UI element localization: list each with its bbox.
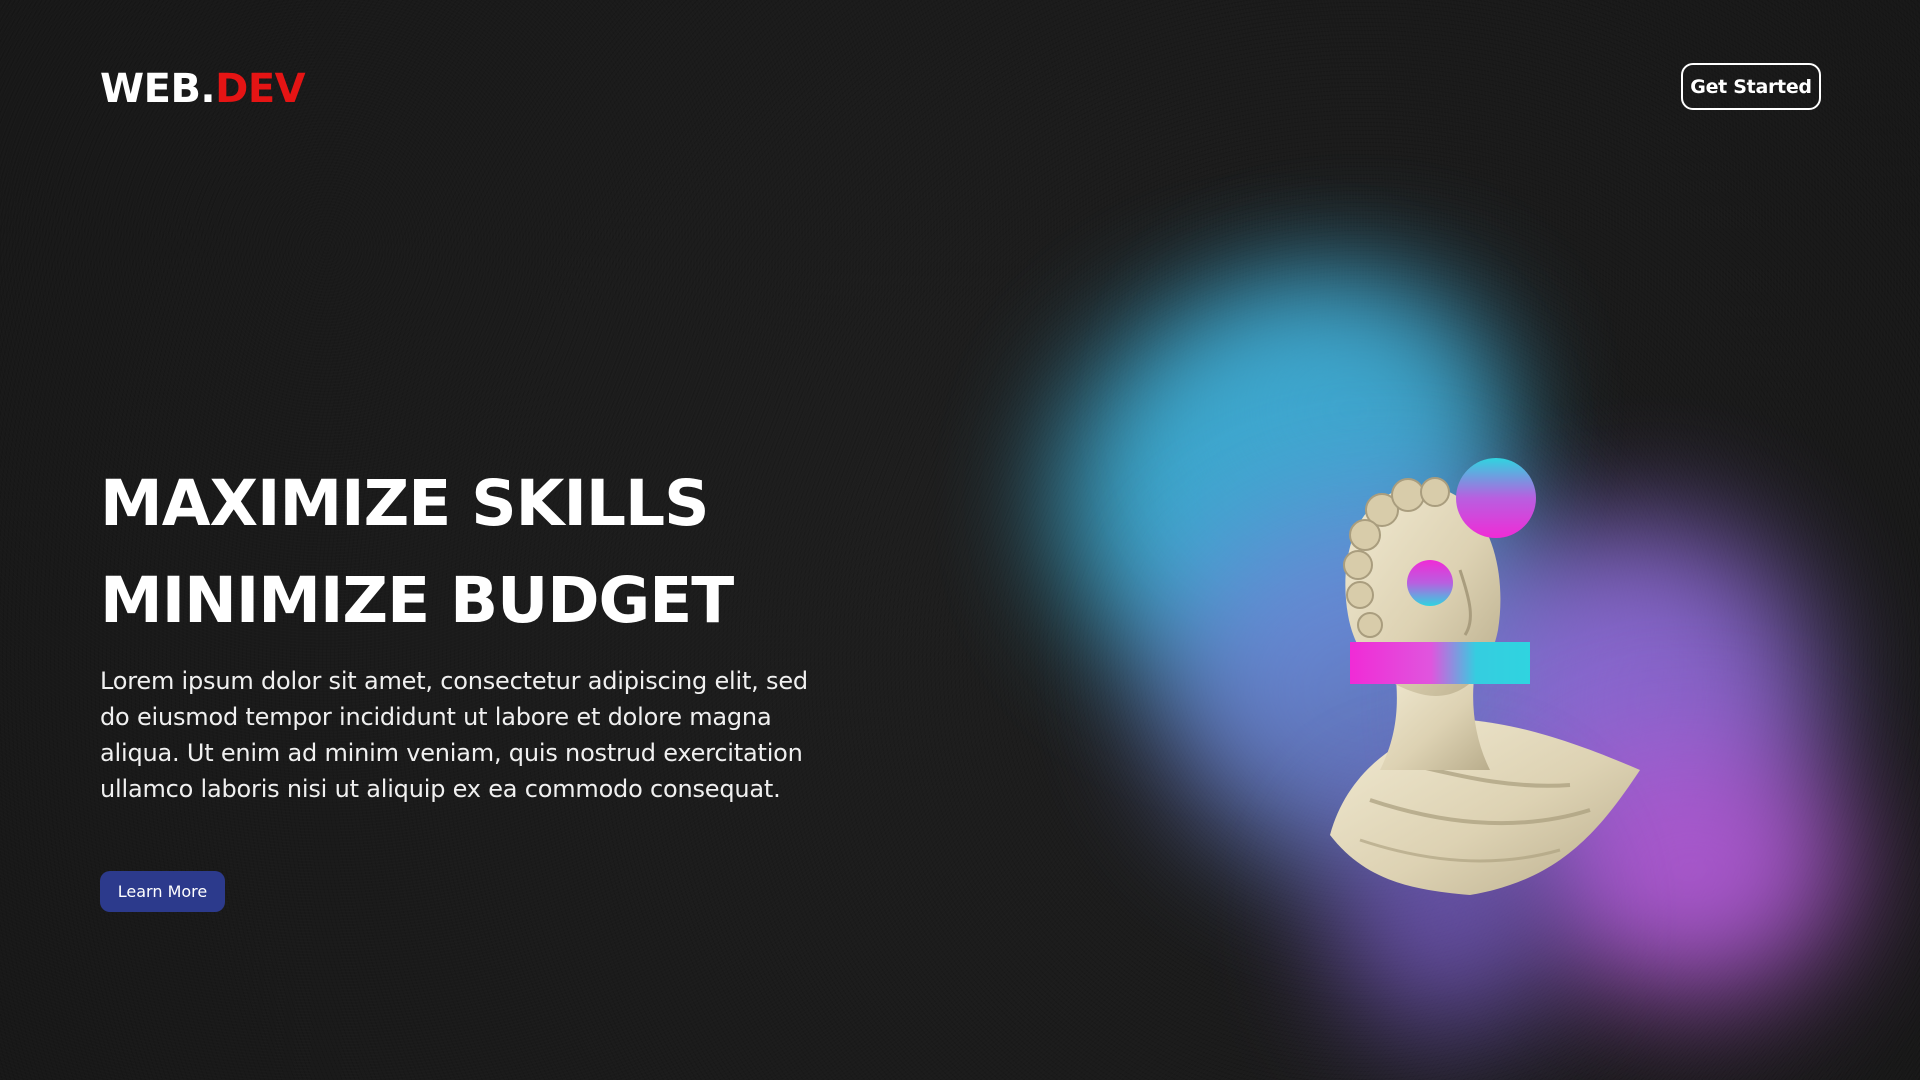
hero-headline: MAXIMIZE SKILLS MINIMIZE BUDGET	[100, 455, 734, 649]
hero-description: Lorem ipsum dolor sit amet, consectetur …	[100, 667, 808, 803]
logo[interactable]: WEB.DEV	[100, 64, 306, 114]
headline-line-1: MAXIMIZE SKILLS	[100, 467, 710, 540]
landing-page: WEB.DEV Get Started MAXIMIZE SKILLS MINI…	[0, 0, 1920, 1080]
statue-bust-illustration	[1330, 458, 1640, 895]
get-started-button[interactable]: Get Started	[1681, 63, 1821, 110]
hero-illustration	[1000, 240, 1920, 1080]
logo-main-text: WEB.	[100, 66, 216, 112]
headline-line-2: MINIMIZE BUDGET	[100, 564, 734, 637]
logo-accent-text: DEV	[215, 66, 306, 112]
learn-more-button[interactable]: Learn More	[100, 871, 225, 912]
